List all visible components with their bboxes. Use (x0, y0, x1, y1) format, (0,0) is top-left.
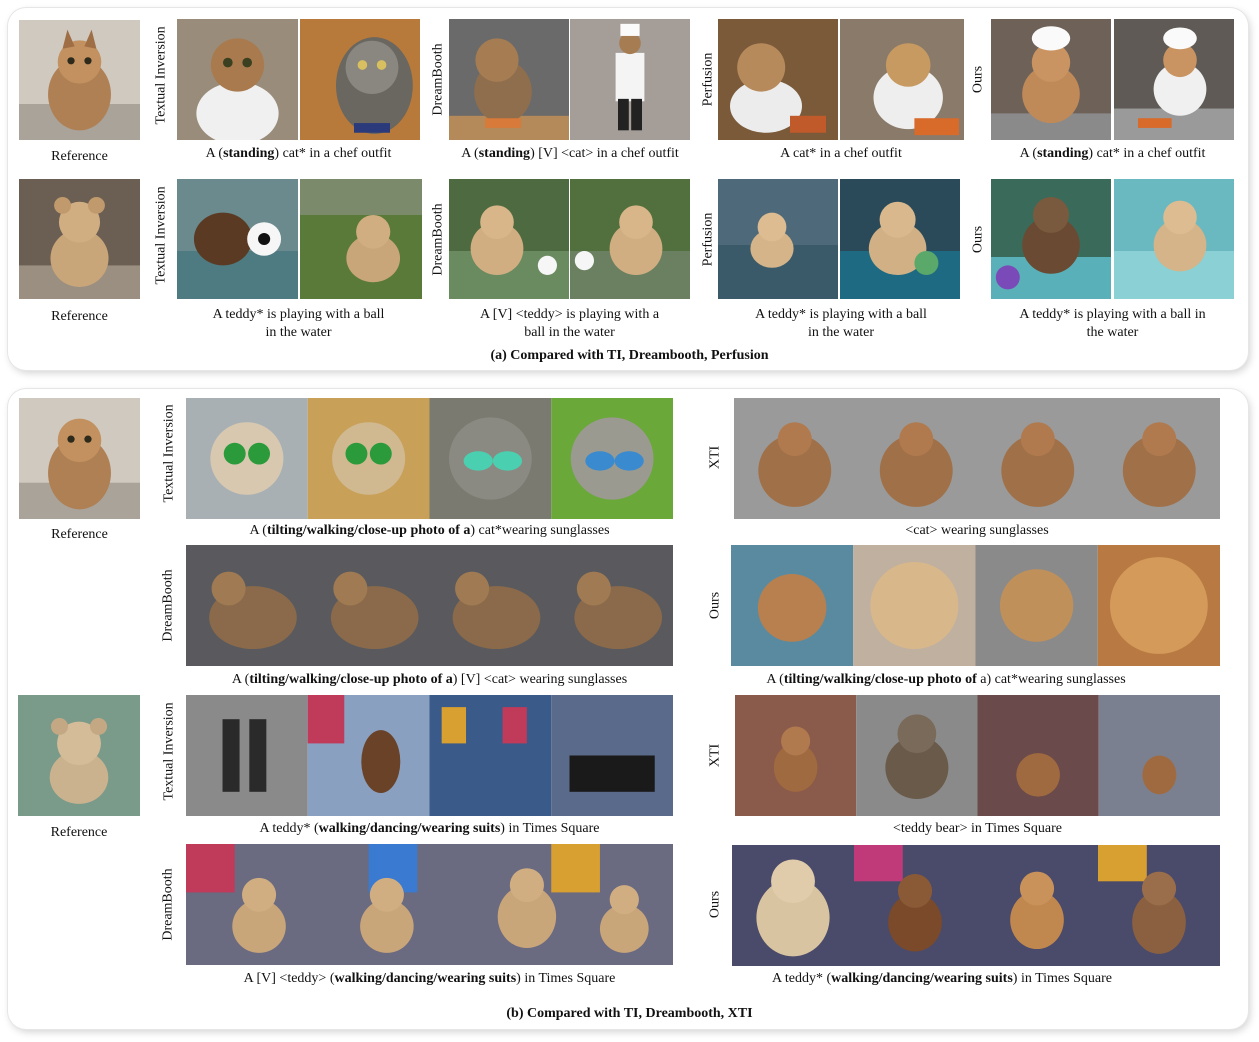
ti-cat-sunglasses-strip (186, 398, 673, 519)
ours-teddy-water-image-2 (1114, 179, 1234, 299)
db-teddy-water-image-1 (449, 179, 569, 299)
ti-cat-chef-image-2 (300, 19, 420, 140)
panel-a-caption: (a) Compared with TI, Dreambooth, Perfus… (490, 348, 769, 363)
method-label-xti: XTI (707, 743, 723, 768)
perfusion-teddy-water-image-1 (718, 179, 838, 299)
method-label-perfusion: Perfusion (700, 52, 716, 107)
ti-teddy-water-image-1 (177, 179, 298, 299)
method-label-textual-inversion: Textual Inversion (161, 404, 177, 503)
caption-db-cat-chef: A (standing) [V] <cat> in a chef outfit (461, 146, 679, 161)
db-teddy-water-image-2 (570, 179, 690, 299)
caption-xti-cat-sunglasses: <cat> wearing sunglasses (905, 523, 1049, 538)
reference-label: Reference (50, 825, 108, 840)
method-label-ours: Ours (970, 65, 986, 94)
xti-teddy-times-square-strip (735, 695, 1220, 816)
reference-label: Reference (51, 149, 108, 164)
method-label-perfusion: Perfusion (700, 212, 716, 267)
caption-db-teddy-water: A [V] <teddy> is playing with a ball in t… (479, 307, 660, 340)
perfusion-teddy-water-image-2 (840, 179, 960, 299)
method-label-dreambooth: DreamBooth (430, 43, 446, 116)
perfusion-cat-chef-image-2 (840, 19, 964, 140)
caption-ti-teddy-times-square: A teddy* (walking/dancing/wearing suits)… (259, 821, 600, 836)
caption-db-teddy-times-square: A [V] <teddy> (walking/dancing/wearing s… (243, 971, 616, 986)
ti-teddy-water-image-2 (300, 179, 422, 299)
caption-perfusion-cat-chef: A cat* in a chef outfit (780, 146, 902, 161)
ours-cat-chef-image-2 (1114, 19, 1234, 140)
caption-ours-teddy-times-square: A teddy* (walking/dancing/wearing suits)… (772, 971, 1112, 986)
method-label-dreambooth: DreamBooth (160, 569, 176, 642)
panel-b-caption: (b) Compared with TI, Dreambooth, XTI (506, 1006, 753, 1021)
reference-image-teddy (19, 179, 140, 299)
caption-ours-cat-sunglasses: A (tilting/walking/close-up photo of a) … (766, 672, 1126, 687)
caption-ours-teddy-water: A teddy* is playing with a ball in the wa… (1019, 307, 1206, 340)
caption-ti-cat-chef: A (standing) cat* in a chef outfit (205, 146, 392, 161)
reference-label: Reference (51, 309, 108, 324)
caption-ti-cat-sunglasses: A (tilting/walking/close-up photo of a) … (249, 523, 610, 538)
reference-image-teddy (18, 695, 140, 816)
caption-db-cat-sunglasses: A (tilting/walking/close-up photo of a) … (231, 672, 628, 687)
caption-ours-cat-chef: A (standing) cat* in a chef outfit (1019, 146, 1206, 161)
method-label-ours: Ours (707, 890, 723, 919)
caption-xti-teddy-times-square: <teddy bear> in Times Square (893, 821, 1062, 836)
ti-teddy-times-square-strip (186, 695, 673, 816)
method-label-dreambooth: DreamBooth (160, 868, 176, 941)
reference-image-cat (19, 20, 140, 140)
db-cat-sunglasses-strip (186, 545, 673, 666)
ours-cat-sunglasses-strip (731, 545, 1220, 666)
reference-label: Reference (51, 527, 108, 542)
method-label-textual-inversion: Textual Inversion (161, 702, 177, 801)
caption-perfusion-teddy-water: A teddy* is playing with a ball in the wa… (755, 307, 927, 340)
reference-image-cat (19, 398, 140, 519)
method-label-dreambooth: DreamBooth (430, 203, 446, 276)
ti-cat-chef-image-1 (177, 19, 298, 140)
ours-cat-chef-image-1 (991, 19, 1111, 140)
method-label-textual-inversion: Textual Inversion (153, 186, 169, 285)
ours-teddy-water-image-1 (991, 179, 1111, 299)
perfusion-cat-chef-image-1 (718, 19, 838, 140)
method-label-xti: XTI (707, 445, 723, 470)
method-label-ours: Ours (707, 591, 723, 620)
method-label-ours: Ours (970, 225, 986, 254)
db-cat-chef-image-1 (449, 19, 569, 140)
db-cat-chef-image-2 (570, 19, 690, 140)
db-teddy-times-square-strip (186, 844, 673, 965)
caption-ti-teddy-water: A teddy* is playing with a ball in the wa… (212, 307, 385, 340)
xti-cat-sunglasses-strip (734, 398, 1220, 519)
method-label-textual-inversion: Textual Inversion (153, 26, 169, 125)
ours-teddy-times-square-strip (732, 845, 1220, 966)
